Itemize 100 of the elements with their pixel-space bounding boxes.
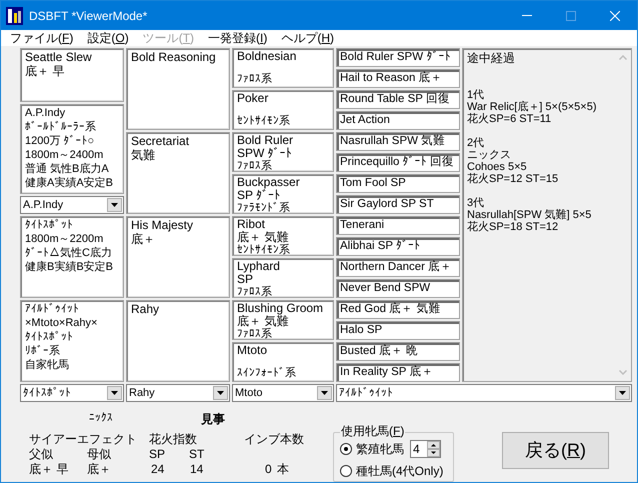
dropdown-field[interactable]: ｱｲﾙﾄﾞｩｲｯﾄ xyxy=(336,384,632,402)
generation-label: 1代 xyxy=(467,89,486,101)
pedigree-cell[interactable]: Seattle Slew 底＋ 早 xyxy=(20,48,124,102)
cell-text: ﾀｲﾄｽﾎﾟｯﾄ xyxy=(25,330,74,344)
sp-value: 24 xyxy=(150,462,166,477)
pedigree-cell[interactable]: Tom Fool SP xyxy=(336,174,460,193)
pedigree-cell[interactable]: Tenerani xyxy=(336,216,460,235)
cell-text: ﾌｧﾗﾓﾝﾄﾞ系 xyxy=(237,202,291,213)
cell-text: ｾﾝﾄｻｲﾓﾝ系 xyxy=(237,244,291,255)
pedigree-cell[interactable]: Red God 底＋ 気難 xyxy=(336,300,460,319)
cell-text: 底＋ 早 xyxy=(25,64,66,78)
dropdown-field[interactable]: A.P.Indy xyxy=(20,196,124,214)
window-title: DSBFT *ViewerMode* xyxy=(29,8,148,24)
back-button[interactable]: 戻る(R) xyxy=(502,432,609,469)
dropdown-field[interactable]: Mtoto xyxy=(232,384,334,402)
pedigree-cell[interactable]: Bold Ruler SPW ﾀﾞｰﾄ ﾌｧﾛｽ系 xyxy=(232,132,334,172)
cell-text: 健康B実績B安定B xyxy=(25,260,114,274)
pedigree-cell[interactable]: Hail to Reason 底＋ xyxy=(336,69,460,88)
pedigree-cell[interactable]: Jet Action xyxy=(336,111,460,130)
radio-button[interactable] xyxy=(340,465,352,477)
pedigree-cell[interactable]: In Reality SP 底＋ xyxy=(336,363,460,382)
cell-text: 1200万 ﾀﾞｰﾄ○ xyxy=(25,134,96,148)
progress-text: ニックス xyxy=(467,149,512,161)
st-value: 14 xyxy=(189,462,204,477)
pedigree-cell[interactable]: ｱｲﾙﾄﾞｩｲｯﾄ ×Mtoto×Rahy× ﾀｲﾄｽﾎﾟｯﾄ ﾘﾎﾞｰ系 自家牝馬 xyxy=(20,300,124,382)
dam-like-label: 母似 xyxy=(87,447,112,462)
pedigree-cell[interactable]: Princequillo ﾀﾞｰﾄ 回復 xyxy=(336,153,460,172)
cell-text: Ribot xyxy=(237,218,266,231)
cell-text: Rahy xyxy=(131,302,160,316)
pedigree-cell[interactable]: Halo SP xyxy=(336,321,460,340)
button-label: 戻る(R) xyxy=(525,439,586,462)
progress-text: 花火SP=18 ST=12 xyxy=(467,221,560,233)
sire-like-label: 父似 xyxy=(29,447,54,462)
menu-item[interactable]: ヘルプ(H) xyxy=(281,31,334,45)
nicks-value: 見事 xyxy=(201,411,225,426)
progress-text: Cohoes 5×5 xyxy=(467,161,528,173)
inbreed-count: 0 xyxy=(264,462,273,477)
pedigree-cell[interactable]: Ribot 底＋ 気難 ｾﾝﾄｻｲﾓﾝ系 xyxy=(232,216,334,256)
pedigree-cell[interactable]: Rahy xyxy=(126,300,230,382)
cell-text: 1800m～2400m xyxy=(25,148,104,162)
pedigree-cell[interactable]: Sir Gaylord SP ST xyxy=(336,195,460,214)
cell-text: Bold Ruler xyxy=(237,134,294,147)
pedigree-cell[interactable]: Nasrullah SPW 気難 xyxy=(336,132,460,151)
close-icon[interactable] xyxy=(610,10,620,20)
radio-button[interactable] xyxy=(340,443,352,455)
cell-text: ﾌｧﾛｽ系 xyxy=(237,73,273,86)
cell-text: ﾎﾞｰﾙﾄﾞﾙｰﾗｰ系 xyxy=(25,120,97,134)
fireworks-label: 花火指数 xyxy=(149,432,198,447)
cell-text: ﾀｲﾄｽﾎﾟｯﾄ xyxy=(25,218,74,232)
pedigree-cell[interactable]: Round Table SP 回復 xyxy=(336,90,460,109)
menu-item[interactable]: ファイル(F) xyxy=(10,31,74,45)
pedigree-cell[interactable]: His Majesty 底＋ xyxy=(126,216,230,298)
cell-text: 気難 xyxy=(131,148,156,162)
generation-label: 2代 xyxy=(467,137,486,149)
inbreed-unit: 本 xyxy=(277,462,290,477)
cell-text: 1800m～2200m xyxy=(25,232,104,246)
progress-text: 花火SP=6 ST=11 xyxy=(467,113,552,125)
radio-label[interactable]: 種牡馬(4代Only) xyxy=(356,464,444,478)
pedigree-cell[interactable]: Alibhai SP ﾀﾞｰﾄ xyxy=(336,237,460,256)
cell-text: ﾌｧﾛｽ系 xyxy=(237,286,273,297)
cell-text: ﾌｧﾛｽ系 xyxy=(237,328,273,339)
pedigree-cell[interactable]: Secretariat 気難 xyxy=(126,132,230,214)
spin-field[interactable]: 4 xyxy=(410,440,441,458)
pedigree-cell[interactable]: Blushing Groom 底＋ 気難 ﾌｧﾛｽ系 xyxy=(232,300,334,340)
cell-text: ｾﾝﾄｻｲﾓﾝ系 xyxy=(237,115,291,128)
pedigree-cell[interactable]: Bold Ruler SPW ﾀﾞｰﾄ xyxy=(336,48,460,67)
cell-text: SP ﾀﾞｰﾄ xyxy=(237,189,280,202)
spin-arrows-icon[interactable] xyxy=(427,441,440,457)
pedigree-cell[interactable]: ﾀｲﾄｽﾎﾟｯﾄ 1800m～2200m ﾀﾞｰﾄ△気性C底力 健康B実績B安定B xyxy=(20,216,124,298)
pedigree-cell[interactable]: Boldnesian ﾌｧﾛｽ系 xyxy=(232,48,334,88)
cell-text: His Majesty xyxy=(131,218,194,232)
pedigree-cell[interactable]: Buckpasser SP ﾀﾞｰﾄ ﾌｧﾗﾓﾝﾄﾞ系 xyxy=(232,174,334,214)
cell-text: Secretariat xyxy=(131,134,190,148)
menu-item[interactable]: 設定(O) xyxy=(87,31,129,45)
menu-item[interactable]: 一発登録(I) xyxy=(208,31,268,45)
dropdown-field[interactable]: ﾀｲﾄｽﾎﾟｯﾄ xyxy=(20,384,124,402)
pedigree-cell[interactable]: Lyphard SP ﾌｧﾛｽ系 xyxy=(232,258,334,298)
pedigree-cell[interactable]: Busted 底＋ 晩 xyxy=(336,342,460,361)
radio-label[interactable]: 繁殖牝馬 xyxy=(356,442,404,456)
pedigree-cell[interactable]: Bold Reasoning xyxy=(126,48,230,130)
dropdown-field[interactable]: Rahy xyxy=(126,384,230,402)
sire-like-value: 底＋ 早 xyxy=(29,462,70,477)
pedigree-cell[interactable]: Poker ｾﾝﾄｻｲﾓﾝ系 xyxy=(232,90,334,130)
cell-text: 健康A実績A安定B xyxy=(25,176,114,190)
pedigree-cell[interactable]: A.P.Indy ﾎﾞｰﾙﾄﾞﾙｰﾗｰ系 1200万 ﾀﾞｰﾄ○ 1800m～2400m 普通 気性B底力A 健康A実績A安定B xyxy=(20,104,124,194)
maximize-icon xyxy=(566,10,576,20)
group-title: 使用牝馬(F) xyxy=(340,424,406,438)
cell-text: SPW ﾀﾞｰﾄ xyxy=(237,147,293,160)
dam-like-value: 底＋ xyxy=(87,462,112,477)
progress-text: 花火SP=12 ST=15 xyxy=(467,173,560,185)
generation-label: 3代 xyxy=(467,197,486,209)
inbreed-label: インブ本数 xyxy=(244,432,305,447)
cell-text: Buckpasser xyxy=(237,176,301,189)
cell-text: SP xyxy=(237,273,254,286)
cell-text: Poker xyxy=(237,92,270,105)
pedigree-cell[interactable]: Never Bend SPW xyxy=(336,279,460,298)
pedigree-cell[interactable]: Northern Dancer 底＋ xyxy=(336,258,460,277)
panel-title: 途中経過 xyxy=(467,51,516,65)
progress-text: War Relic[底＋] 5×(5×5×5) xyxy=(467,101,598,113)
pedigree-cell[interactable]: Mtoto ｽｲﾝﾌｫｰﾄﾞ系 xyxy=(232,342,334,382)
